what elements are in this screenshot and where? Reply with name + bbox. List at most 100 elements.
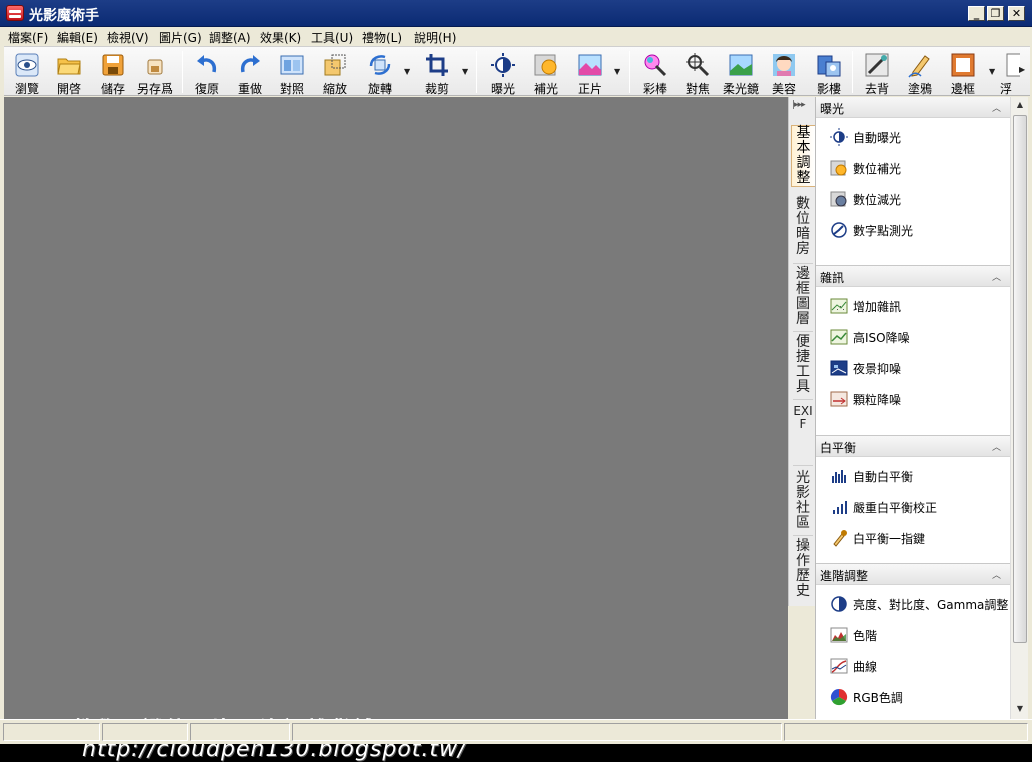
collapse-chevron-icon[interactable]: ︿ bbox=[992, 440, 1001, 453]
side-tab-strip: |▸▸▸ 基本調整 數位暗房 邊框圖層 便捷工具 EXIF 光影社區 操作歷史 bbox=[788, 97, 815, 606]
panel-item-reduce-light[interactable]: 數位減光 bbox=[828, 187, 1008, 211]
menu-adjust[interactable]: 調整(A) bbox=[209, 29, 251, 46]
remove-background-button[interactable]: 去背 bbox=[856, 49, 898, 96]
collapse-chevron-icon[interactable]: ︿ bbox=[992, 101, 1001, 114]
close-button[interactable]: ✕ bbox=[1008, 6, 1025, 21]
panel-scrollbar[interactable]: ▲ ▼ bbox=[1010, 97, 1028, 719]
portrait-studio-button[interactable]: 影樓 bbox=[808, 49, 850, 96]
remove-background-icon bbox=[865, 53, 889, 77]
status-cell bbox=[3, 723, 100, 741]
grain-denoise-icon bbox=[830, 391, 848, 407]
crop-button[interactable]: 裁剪 bbox=[416, 49, 458, 96]
save-as-button[interactable]: 另存爲 bbox=[134, 49, 176, 96]
pencil-icon bbox=[908, 55, 930, 78]
magic-wand-color-icon bbox=[644, 54, 667, 77]
tab-community[interactable]: 光影社區 bbox=[791, 471, 815, 531]
border-dropdown-icon[interactable]: ▼ bbox=[989, 67, 995, 76]
menu-help[interactable]: 說明(H) bbox=[414, 29, 456, 46]
panel-item-rgb-tone[interactable]: RGB色調 bbox=[828, 685, 1008, 709]
undo-button[interactable]: 復原 bbox=[186, 49, 228, 96]
section-header-exposure[interactable]: 曝光 ︿ bbox=[816, 97, 1010, 118]
beauty-button[interactable]: 美容 bbox=[763, 49, 805, 96]
rotate-button[interactable]: 旋轉 bbox=[359, 49, 401, 96]
add-noise-icon bbox=[830, 298, 848, 314]
float-button[interactable]: 浮 bbox=[1000, 49, 1020, 95]
panel-item-brightness-contrast-gamma[interactable]: 亮度、對比度、Gamma調整 bbox=[828, 592, 1008, 616]
scroll-up-icon[interactable]: ▲ bbox=[1012, 97, 1028, 113]
reduce-light-icon bbox=[830, 191, 847, 207]
tab-basic-adjust[interactable]: 基本調整 bbox=[791, 125, 815, 187]
status-cell bbox=[784, 723, 1028, 741]
compare-button[interactable]: 對照 bbox=[271, 49, 313, 96]
doodle-button[interactable]: 塗鴉 bbox=[899, 49, 941, 96]
crop-dropdown-icon[interactable]: ▼ bbox=[462, 67, 468, 76]
rotate-dropdown-icon[interactable]: ▼ bbox=[404, 67, 410, 76]
color-pen-button[interactable]: 彩棒 bbox=[634, 49, 676, 96]
restore-button[interactable]: ❐ bbox=[987, 6, 1004, 21]
border-button[interactable]: 邊框 bbox=[942, 49, 984, 96]
panel-item-high-iso-denoise[interactable]: 高ISO降噪 bbox=[828, 325, 1008, 349]
level-bars-icon bbox=[833, 501, 847, 514]
eye-icon bbox=[15, 53, 39, 77]
rotate-icon bbox=[369, 55, 391, 75]
adjust-panel: 曝光 ︿ 自動曝光 數位補光 數位減光 數字點測光 雜訊 ︿ 增加雜訊 高ISO… bbox=[815, 97, 1010, 719]
section-header-white-balance[interactable]: 白平衡 ︿ bbox=[816, 435, 1010, 457]
panel-item-one-click-white-balance[interactable]: 白平衡一指鍵 bbox=[828, 526, 1008, 550]
focus-icon bbox=[686, 53, 710, 77]
open-button[interactable]: 開啓 bbox=[48, 49, 90, 96]
menu-tools[interactable]: 工具(U) bbox=[311, 29, 353, 46]
panel-item-grain-denoise[interactable]: 顆粒降噪 bbox=[828, 387, 1008, 411]
menu-gifts[interactable]: 禮物(L) bbox=[362, 29, 402, 46]
panel-item-fill-light[interactable]: 數位補光 bbox=[828, 156, 1008, 180]
tab-divider bbox=[793, 263, 813, 264]
tab-border-layers[interactable]: 邊框圖層 bbox=[791, 267, 815, 327]
tab-digital-darkroom[interactable]: 數位暗房 bbox=[791, 197, 815, 257]
panel-item-curves[interactable]: 曲線 bbox=[828, 654, 1008, 678]
panel-item-severe-white-balance[interactable]: 嚴重白平衡校正 bbox=[828, 495, 1008, 519]
minimize-button[interactable]: _ bbox=[968, 6, 985, 21]
resize-button[interactable]: 縮放 bbox=[314, 49, 356, 96]
soft-lens-icon bbox=[729, 54, 753, 76]
panel-item-levels[interactable]: 色階 bbox=[828, 623, 1008, 647]
panel-item-auto-white-balance[interactable]: 自動白平衡 bbox=[828, 464, 1008, 488]
title-bar: 光影魔術手 _ ❐ ✕ bbox=[0, 0, 1032, 27]
exposure-icon bbox=[491, 53, 515, 77]
curves-icon bbox=[830, 658, 848, 674]
menu-bar: 檔案(F) 編輯(E) 檢視(V) 圖片(G) 調整(A) 效果(K) 工具(U… bbox=[0, 27, 1032, 46]
menu-view[interactable]: 檢視(V) bbox=[107, 29, 149, 46]
toolbar-more-icon[interactable]: ▶ bbox=[1019, 65, 1025, 74]
window-title: 光影魔術手 bbox=[29, 8, 99, 24]
levels-icon bbox=[830, 627, 848, 643]
fill-light-button[interactable]: 補光 bbox=[525, 49, 567, 96]
menu-image[interactable]: 圖片(G) bbox=[159, 29, 202, 46]
panel-item-add-noise[interactable]: 增加雜訊 bbox=[828, 294, 1008, 318]
scrollbar-thumb[interactable] bbox=[1013, 115, 1027, 643]
image-canvas[interactable]: 教學。證件照片 / 資訊雜貨舖 http://cloudpen130.blogs… bbox=[4, 97, 788, 762]
exposure-button[interactable]: 曝光 bbox=[482, 49, 524, 96]
histogram-icon bbox=[832, 470, 846, 483]
folder-open-icon bbox=[57, 58, 81, 75]
panel-item-auto-exposure[interactable]: 自動曝光 bbox=[828, 125, 1008, 149]
soft-lens-button[interactable]: 柔光鏡 bbox=[720, 49, 762, 96]
tab-exif[interactable]: EXIF bbox=[791, 405, 815, 465]
collapse-panel-icon[interactable]: |▸▸▸ bbox=[792, 100, 806, 110]
section-header-noise[interactable]: 雜訊 ︿ bbox=[816, 265, 1010, 287]
portrait-studio-icon bbox=[817, 55, 841, 77]
floppy-disk-icon bbox=[102, 54, 124, 76]
rgb-color-wheel-icon bbox=[830, 688, 848, 706]
undo-icon bbox=[197, 55, 217, 73]
focus-button[interactable]: 對焦 bbox=[677, 49, 719, 96]
collapse-chevron-icon[interactable]: ︿ bbox=[992, 568, 1001, 581]
menu-file[interactable]: 檔案(F) bbox=[8, 29, 48, 46]
positive-film-button[interactable]: 正片 bbox=[569, 49, 611, 96]
tab-quick-tools[interactable]: 便捷工具 bbox=[791, 335, 815, 395]
panel-item-spot-metering[interactable]: 數字點測光 bbox=[828, 218, 1008, 242]
positive-film-dropdown-icon[interactable]: ▼ bbox=[614, 67, 620, 76]
panel-item-night-denoise[interactable]: 夜景抑噪 bbox=[828, 356, 1008, 380]
menu-effects[interactable]: 效果(K) bbox=[260, 29, 301, 46]
collapse-chevron-icon[interactable]: ︿ bbox=[992, 270, 1001, 283]
menu-edit[interactable]: 編輯(E) bbox=[57, 29, 98, 46]
tab-history[interactable]: 操作歷史 bbox=[791, 539, 815, 599]
section-header-advanced-adjust[interactable]: 進階調整 ︿ bbox=[816, 563, 1010, 585]
scroll-down-icon[interactable]: ▼ bbox=[1012, 701, 1028, 717]
